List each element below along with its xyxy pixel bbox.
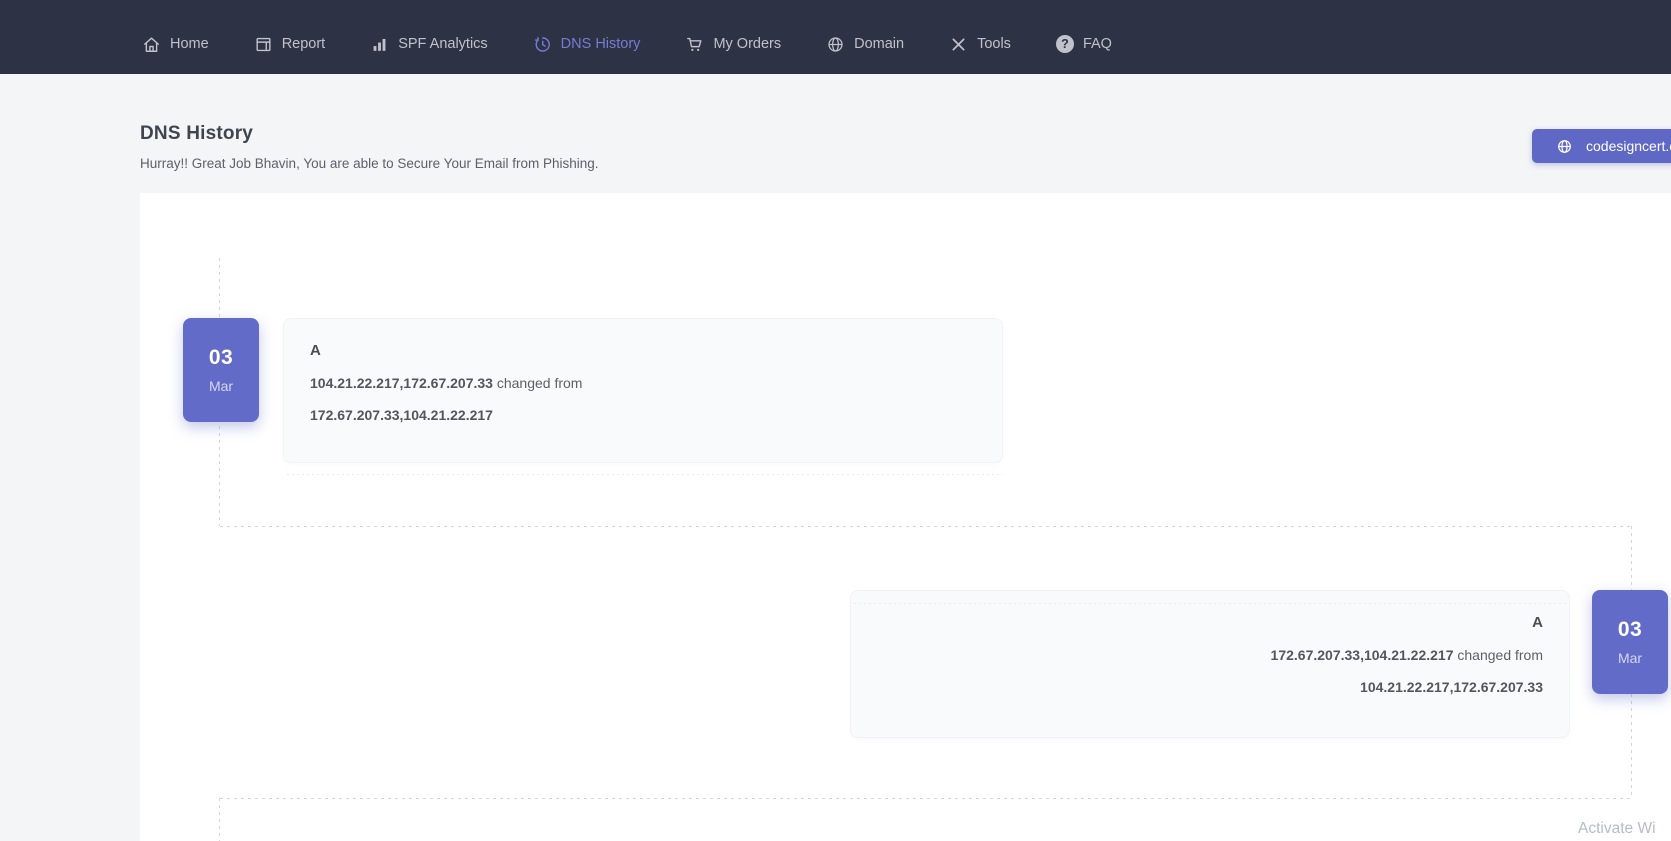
nav-label: Home bbox=[170, 36, 209, 52]
navbar: Home Report SPF Analytics DNS History bbox=[0, 0, 1671, 74]
record-new-value: 104.21.22.217,172.67.207.33 bbox=[310, 375, 493, 391]
page-subtitle: Hurray!! Great Job Bhavin, You are able … bbox=[140, 156, 599, 171]
record-change-line: 172.67.207.33,104.21.22.217 changed from bbox=[877, 647, 1543, 663]
history-icon bbox=[533, 35, 552, 54]
badge-day: 03 bbox=[1618, 618, 1642, 642]
record-old-line: 172.67.207.33,104.21.22.217 bbox=[310, 407, 976, 423]
nav-label: DNS History bbox=[561, 36, 641, 52]
record-old-value: 104.21.22.217,172.67.207.33 bbox=[1360, 679, 1543, 695]
globe-icon bbox=[1556, 138, 1573, 155]
timeline-line-middle bbox=[220, 526, 1632, 527]
nav-label: Tools bbox=[977, 36, 1011, 52]
nav-label: Domain bbox=[854, 36, 904, 52]
dns-history-panel: 03 Mar A 104.21.22.217,172.67.207.33 cha… bbox=[140, 193, 1671, 841]
record-changed-label: changed from bbox=[497, 375, 583, 391]
record-type: A bbox=[310, 342, 976, 359]
date-badge: 03 Mar bbox=[183, 318, 259, 422]
report-icon bbox=[254, 35, 273, 54]
timeline-line-bottom bbox=[220, 798, 1632, 799]
timeline-line-left-bottom bbox=[219, 798, 220, 841]
record-type: A bbox=[877, 614, 1543, 631]
nav-label: Report bbox=[282, 36, 326, 52]
badge-month: Mar bbox=[1618, 650, 1642, 666]
record-old-value: 172.67.207.33,104.21.22.217 bbox=[310, 407, 493, 423]
card-accent-line bbox=[287, 474, 1003, 475]
nav-item-home[interactable]: Home bbox=[142, 35, 209, 54]
globe-icon bbox=[826, 35, 845, 54]
nav-item-my-orders[interactable]: My Orders bbox=[685, 35, 781, 54]
record-new-value: 172.67.207.33,104.21.22.217 bbox=[1271, 647, 1454, 663]
record-change-line: 104.21.22.217,172.67.207.33 changed from bbox=[310, 375, 976, 391]
badge-month: Mar bbox=[209, 378, 233, 394]
nav-item-dns-history[interactable]: DNS History bbox=[533, 35, 641, 54]
orders-icon bbox=[685, 35, 704, 54]
activate-windows-watermark: Activate Wi bbox=[1578, 820, 1656, 838]
record-card: A 172.67.207.33,104.21.22.217 changed fr… bbox=[850, 590, 1570, 738]
nav-label: My Orders bbox=[713, 36, 781, 52]
page-title: DNS History bbox=[140, 123, 253, 145]
nav-item-faq[interactable]: FAQ bbox=[1056, 35, 1112, 53]
nav-label: FAQ bbox=[1083, 36, 1112, 52]
record-card: A 104.21.22.217,172.67.207.33 changed fr… bbox=[283, 318, 1003, 463]
nav-item-tools[interactable]: Tools bbox=[949, 35, 1011, 54]
record-old-line: 104.21.22.217,172.67.207.33 bbox=[877, 679, 1543, 695]
tools-icon bbox=[949, 35, 968, 54]
date-badge: 03 Mar bbox=[1592, 590, 1668, 694]
domain-selector-button[interactable]: codesigncert.co bbox=[1532, 129, 1671, 163]
nav-item-report[interactable]: Report bbox=[254, 35, 326, 54]
analytics-icon bbox=[370, 35, 389, 54]
record-changed-label: changed from bbox=[1457, 647, 1543, 663]
home-icon bbox=[142, 35, 161, 54]
badge-day: 03 bbox=[209, 346, 233, 370]
nav-item-spf-analytics[interactable]: SPF Analytics bbox=[370, 35, 487, 54]
nav-label: SPF Analytics bbox=[398, 36, 487, 52]
card-accent-line bbox=[854, 603, 1566, 604]
nav-item-domain[interactable]: Domain bbox=[826, 35, 904, 54]
faq-icon bbox=[1056, 35, 1074, 53]
domain-button-label: codesigncert.co bbox=[1586, 138, 1671, 154]
